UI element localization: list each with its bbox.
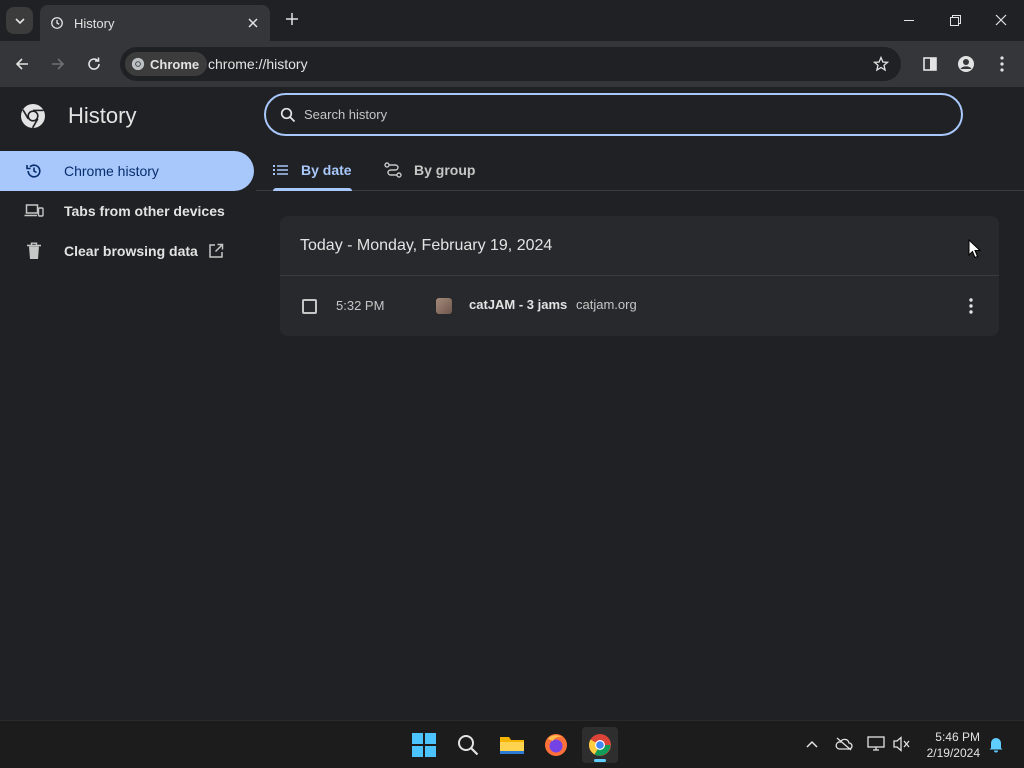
menu-button[interactable] [988,50,1016,78]
page-header: History [20,103,136,129]
close-icon [248,18,258,28]
entry-time: 5:32 PM [336,298,385,313]
close-window-button[interactable] [978,0,1024,40]
reload-icon [88,57,100,70]
minimize-icon [903,19,914,21]
toolbar: Chrome chrome://history [0,41,1024,87]
screen: History Chrome chrome://history History … [0,0,1024,768]
star-icon [873,56,889,72]
bookmark-button[interactable] [871,54,891,74]
chrome-icon [589,734,611,756]
active-tab-indicator [273,188,352,191]
tab-by-date[interactable]: By date [273,149,352,191]
network-button[interactable] [866,734,886,754]
site-info-chip[interactable]: Chrome [125,52,208,76]
tray-overflow-button[interactable] [802,734,822,754]
entry-title-link[interactable]: catJAM - 3 jams [469,297,567,312]
sidebar-item-tabs-other-devices[interactable]: Tabs from other devices [0,191,254,231]
side-panel-button[interactable] [916,50,944,78]
history-icon [24,161,44,181]
more-vert-icon [969,298,973,314]
site-chip-label: Chrome [150,56,200,72]
firefox-button[interactable] [538,727,574,763]
forward-button[interactable] [44,50,72,78]
plus-icon [286,13,298,25]
sidebar-item-label: Clear browsing data [64,243,198,259]
entry-actions-button[interactable] [961,296,981,316]
history-view-tabs: By date By group [256,149,1024,191]
volume-muted-icon [893,736,910,752]
tab-close-button[interactable] [244,14,262,32]
trash-icon [24,241,44,261]
tab-label: By date [301,162,352,178]
firefox-icon [545,734,567,756]
start-button[interactable] [406,727,442,763]
arrow-left-icon [15,58,28,70]
history-page: History Chrome history Tabs from other d… [0,87,1024,720]
clock-time: 5:46 PM [935,730,980,744]
page-title: History [68,103,137,128]
volume-button[interactable] [892,734,912,754]
avatar-icon [958,56,974,72]
taskbar: 5:46 PM 2/19/2024 [0,720,1024,768]
clock-date: 2/19/2024 [926,746,980,760]
tab-label: By group [414,162,476,178]
onedrive-button[interactable] [834,734,854,754]
list-icon [273,164,289,176]
devices-icon [24,201,44,221]
search-icon [458,735,479,756]
search-icon [280,107,296,122]
chevron-down-icon [14,17,25,24]
close-icon [995,14,1007,26]
minimize-button[interactable] [886,0,932,40]
arrow-right-icon [52,58,65,70]
folder-icon [500,737,524,754]
date-header: Today - Monday, February 19, 2024 [280,216,999,276]
sidebar-item-clear-browsing-data[interactable]: Clear browsing data [0,231,254,271]
sidebar: Chrome history Tabs from other devices C… [0,151,254,271]
chrome-logo-icon [21,104,45,129]
file-explorer-button[interactable] [494,727,530,763]
history-card: Today - Monday, February 19, 2024 5:32 P… [280,216,999,336]
restore-button[interactable] [932,0,978,40]
back-button[interactable] [8,50,36,78]
tab-search-button[interactable] [6,7,33,34]
history-entry-row[interactable]: 5:32 PM catJAM - 3 jams catjam.org [280,276,999,336]
taskbar-search-button[interactable] [450,727,486,763]
chevron-up-icon [806,740,818,748]
new-tab-button[interactable] [282,9,302,29]
active-app-indicator [594,759,606,762]
network-icon [867,736,885,751]
sidebar-item-chrome-history[interactable]: Chrome history [0,151,254,191]
search-field[interactable] [264,93,963,136]
tab-strip: History [0,0,1024,41]
chrome-logo-icon [131,57,145,71]
tab-title: History [74,15,115,31]
group-icon [384,162,402,178]
site-favicon-icon [436,298,452,314]
address-bar[interactable]: Chrome chrome://history [120,47,901,81]
more-vert-icon [1000,56,1004,72]
side-panel-icon [923,57,937,71]
notifications-button[interactable] [986,734,1006,754]
tab-by-group[interactable]: By group [384,149,475,191]
sidebar-item-label: Tabs from other devices [64,203,225,219]
search-input[interactable] [304,107,904,122]
windows-logo-icon [412,733,436,757]
chrome-taskbar-button[interactable] [582,727,618,763]
browser-tab[interactable]: History [40,5,270,41]
reload-button[interactable] [80,50,108,78]
mouse-cursor-icon [968,239,982,259]
restore-icon [949,14,961,26]
url-text[interactable]: chrome://history [208,56,308,72]
entry-domain: catjam.org [576,297,637,312]
cloud-off-icon [835,737,853,751]
bell-icon [989,738,1003,753]
sidebar-item-label: Chrome history [64,163,159,179]
external-link-icon [208,243,224,259]
entry-checkbox[interactable] [302,299,317,314]
system-clock[interactable]: 5:46 PM 2/19/2024 [927,729,980,761]
history-icon [51,17,63,29]
profile-button[interactable] [952,50,980,78]
